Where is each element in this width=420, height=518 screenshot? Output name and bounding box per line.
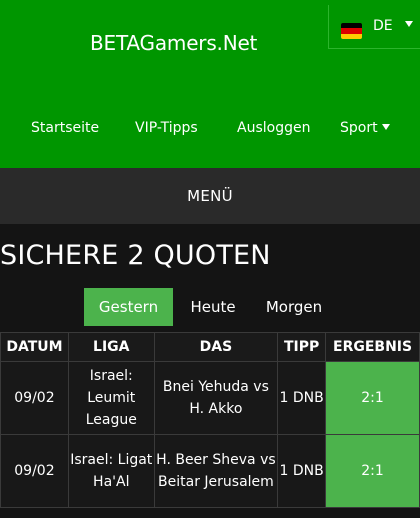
chevron-down-icon [381,124,390,130]
tab-morgen[interactable]: Morgen [259,288,329,326]
site-brand[interactable]: BETAGamers.Net [90,31,257,55]
col-header-ergebnis: ERGEBNIS [325,332,420,362]
nav-ausloggen[interactable]: Ausloggen [237,120,310,136]
table-row: 09/02 Israel: Leumit League Bnei Yehuda … [0,361,420,435]
tab-heute[interactable]: Heute [183,288,243,326]
table-row: 09/02 Israel: Ligat Ha'Al H. Beer Sheva … [0,434,420,508]
col-header-tipp: TIPP [277,332,327,362]
cell-date: 09/02 [0,434,69,508]
language-selector[interactable]: DE [328,5,420,49]
cell-match: Bnei Yehuda vs H. Akko [153,361,279,435]
site-header: BETAGamers.Net DE Startseite VIP-Tipps A… [0,0,420,168]
main-nav: Startseite VIP-Tipps Ausloggen Sport [0,120,420,140]
nav-sport-label: Sport [340,120,378,136]
page-title: SICHERE 2 QUOTEN [0,240,271,271]
nav-sport[interactable]: Sport [340,120,390,136]
tips-table: DATUM LIGA DAS TIPP ERGEBNIS 09/02 Israe… [0,332,420,508]
table-header-row: DATUM LIGA DAS TIPP ERGEBNIS [0,332,420,362]
menu-toggle[interactable]: MENÜ [0,168,420,224]
chevron-down-icon [405,21,413,27]
germany-flag-icon [341,23,362,39]
cell-tip: 1 DNB [277,434,327,508]
cell-date: 09/02 [0,361,69,435]
cell-league: Israel: Leumit League [67,361,155,435]
main-content: SICHERE 2 QUOTEN Gestern Heute Morgen DA… [0,224,420,518]
nav-vip-tipps[interactable]: VIP-Tipps [135,120,198,136]
cell-result: 2:1 [325,434,420,508]
cell-tip: 1 DNB [277,361,327,435]
col-header-das: DAS [153,332,279,362]
col-header-liga: LIGA [67,332,155,362]
tab-gestern[interactable]: Gestern [84,288,173,326]
cell-match: H. Beer Sheva vs Beitar Jerusalem [153,434,279,508]
col-header-datum: DATUM [0,332,69,362]
language-code: DE [373,18,393,34]
day-tabs: Gestern Heute Morgen [0,288,420,326]
cell-league: Israel: Ligat Ha'Al [67,434,155,508]
cell-result: 2:1 [325,361,420,435]
nav-startseite[interactable]: Startseite [31,120,99,136]
